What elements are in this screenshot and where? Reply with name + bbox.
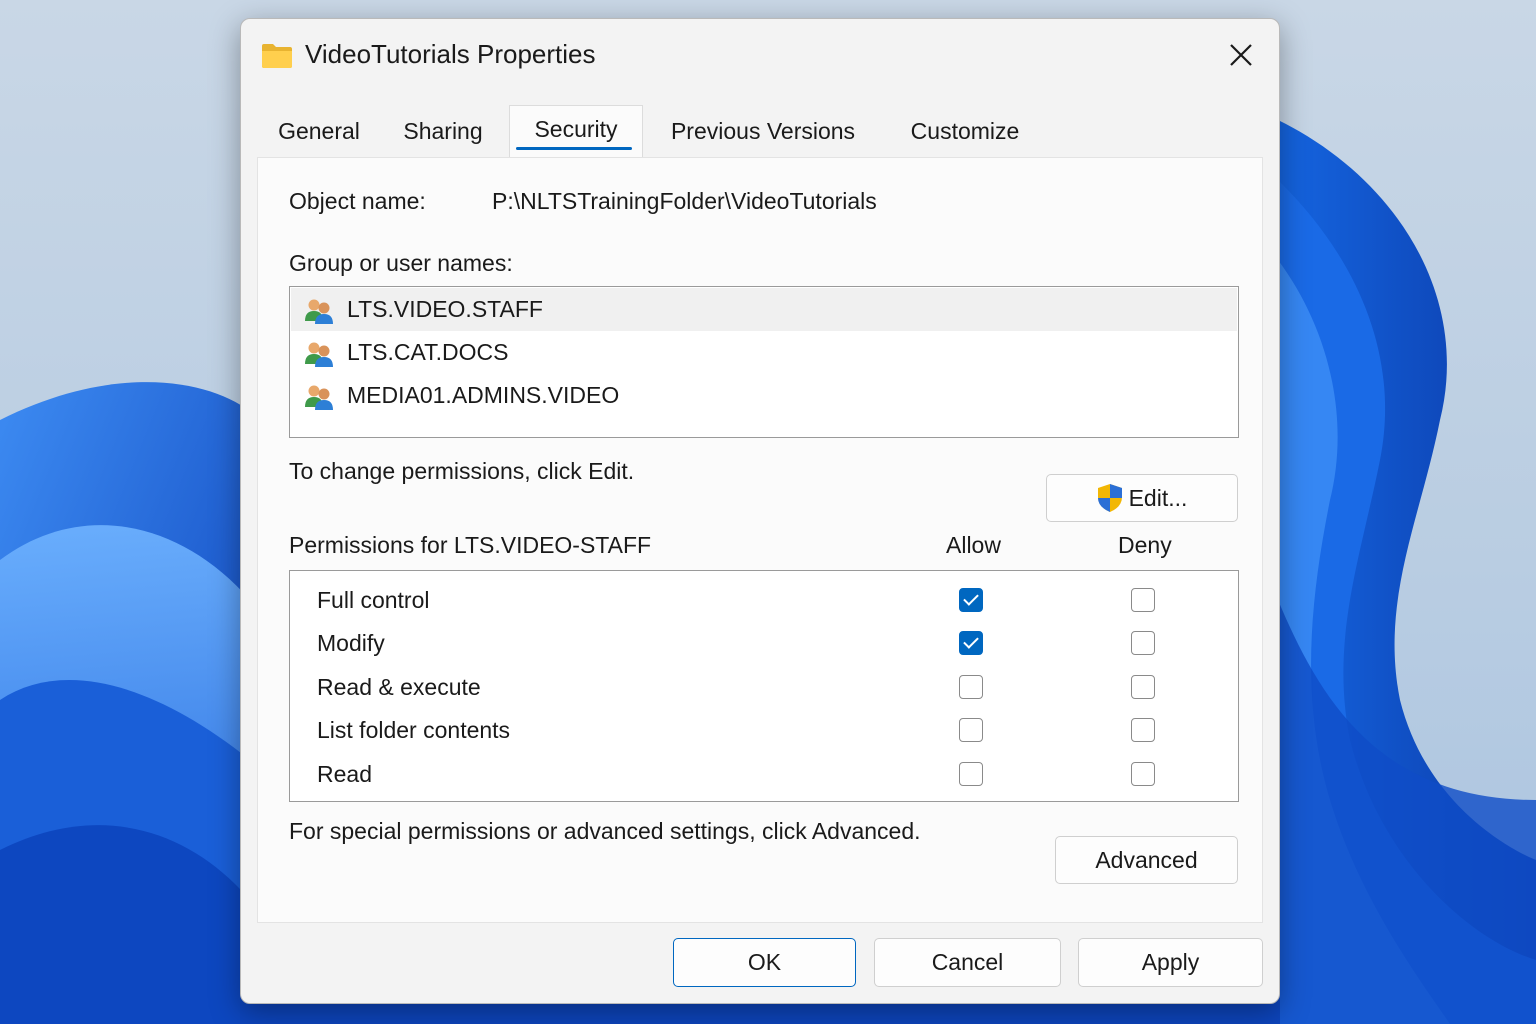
tab-security[interactable]: Security [509, 105, 643, 158]
list-item[interactable]: MEDIA01.ADMINS.VIDEO [291, 374, 1237, 417]
cancel-button[interactable]: Cancel [874, 938, 1061, 987]
table-row: Read [290, 753, 1238, 796]
tab-sharing[interactable]: Sharing [383, 105, 503, 157]
group-user-names-label: Group or user names: [289, 250, 513, 276]
tab-bar: General Sharing Security Previous Versio… [257, 105, 1263, 158]
permission-name: Full control [317, 587, 430, 613]
deny-read-checkbox[interactable] [1131, 762, 1155, 786]
user-group-icon [305, 342, 333, 367]
tab-general[interactable]: General [257, 105, 381, 157]
close-button[interactable] [1217, 31, 1265, 79]
list-item[interactable]: LTS.VIDEO.STAFF [291, 288, 1237, 331]
table-row: Read & execute [290, 666, 1238, 709]
permissions-for-label: Permissions for LTS.VIDEO-STAFF [289, 532, 652, 558]
tab-previous-versions[interactable]: Previous Versions [649, 105, 877, 157]
tab-customize[interactable]: Customize [885, 105, 1045, 157]
table-row: Full control [290, 579, 1238, 622]
deny-full-control-checkbox[interactable] [1131, 588, 1155, 612]
permissions-table: Full control Modify Read & execute List … [289, 570, 1239, 802]
folder-icon [262, 44, 292, 68]
list-item-label: LTS.VIDEO.STAFF [347, 296, 543, 322]
allow-full-control-checkbox[interactable] [959, 588, 983, 612]
ok-button[interactable]: OK [673, 938, 856, 987]
allow-read-checkbox[interactable] [959, 762, 983, 786]
deny-column-header: Deny [1118, 532, 1172, 558]
deny-list-folder-checkbox[interactable] [1131, 718, 1155, 742]
window-title: VideoTutorials Properties [305, 39, 596, 69]
advanced-hint: For special permissions or advanced sett… [289, 818, 921, 844]
deny-modify-checkbox[interactable] [1131, 631, 1155, 655]
permission-name: List folder contents [317, 717, 511, 743]
table-row: Modify [290, 622, 1238, 665]
object-name-value: P:\NLTSTrainingFolder\VideoTutorials [492, 188, 877, 214]
list-item-label: LTS.CAT.DOCS [347, 339, 509, 365]
advanced-button[interactable]: Advanced [1055, 836, 1238, 884]
active-tab-indicator [516, 147, 632, 150]
permission-name: Read & execute [317, 674, 481, 700]
dialog-footer: OK Cancel Apply [241, 921, 1279, 1003]
permission-name: Modify [317, 630, 385, 656]
allow-modify-checkbox[interactable] [959, 631, 983, 655]
tab-security-label: Security [534, 115, 618, 142]
user-group-icon [305, 299, 333, 324]
table-row: List folder contents [290, 709, 1238, 752]
uac-shield-icon [1097, 484, 1122, 512]
user-list[interactable]: LTS.VIDEO.STAFF LTS.CAT.DOCS MEDIA01.ADM… [289, 286, 1239, 438]
change-permissions-hint: To change permissions, click Edit. [289, 458, 635, 484]
edit-button[interactable]: Edit... [1046, 474, 1238, 522]
object-name-label: Object name: [289, 188, 426, 214]
edit-button-label: Edit... [1128, 484, 1188, 511]
security-panel: Object name: P:\NLTSTrainingFolder\Video… [257, 157, 1263, 923]
list-item-label: MEDIA01.ADMINS.VIDEO [347, 382, 620, 408]
allow-list-folder-checkbox[interactable] [959, 718, 983, 742]
deny-read-execute-checkbox[interactable] [1131, 675, 1155, 699]
close-icon [1230, 44, 1252, 66]
user-group-icon [305, 385, 333, 410]
properties-dialog: VideoTutorials Properties General Sharin… [240, 18, 1280, 1004]
apply-button[interactable]: Apply [1078, 938, 1263, 987]
allow-read-execute-checkbox[interactable] [959, 675, 983, 699]
list-item[interactable]: LTS.CAT.DOCS [291, 331, 1237, 374]
allow-column-header: Allow [946, 532, 1001, 558]
permission-name: Read [317, 761, 372, 787]
